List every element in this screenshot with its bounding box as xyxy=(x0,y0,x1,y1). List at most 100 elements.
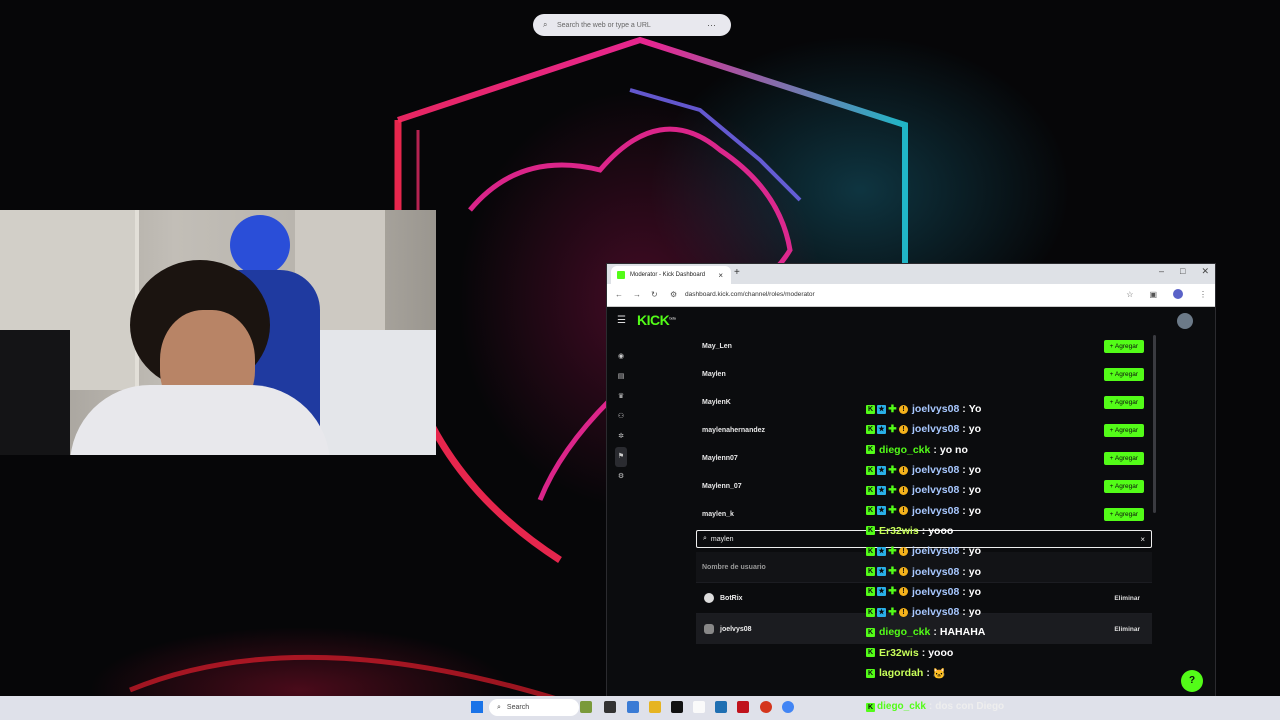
clear-search-icon[interactable]: × xyxy=(1140,535,1145,544)
task-view-icon[interactable] xyxy=(604,701,616,713)
chat-separator: : xyxy=(962,403,966,416)
new-tab-button[interactable]: + xyxy=(734,267,740,278)
profile-avatar[interactable] xyxy=(1173,289,1183,299)
sidebar-community-icon[interactable]: ⚇ xyxy=(615,407,627,427)
chat-text: yo xyxy=(968,606,982,619)
chat-username[interactable]: joelvys08 xyxy=(912,403,959,415)
netflix-icon[interactable] xyxy=(737,701,749,713)
chat-message: K Er32wis: yooo xyxy=(866,643,1106,663)
add-button[interactable]: + Agregar xyxy=(1103,367,1144,381)
kick-badge-icon: K xyxy=(866,668,875,678)
forward-icon[interactable]: → xyxy=(633,290,641,299)
chat-separator: : xyxy=(962,545,966,558)
coin-badge-icon: ! xyxy=(899,506,908,516)
app-icon[interactable] xyxy=(760,701,772,713)
kick-badge-icon: K xyxy=(866,485,875,495)
star-badge-icon: ★ xyxy=(877,485,886,495)
close-window-icon[interactable]: ✕ xyxy=(1201,266,1209,277)
chat-message: K Er32wis: yooo xyxy=(866,521,1106,541)
sidepanel-icon[interactable]: ▣ xyxy=(1149,290,1157,299)
kick-badge-icon: K xyxy=(866,627,875,637)
store-icon[interactable] xyxy=(715,701,727,713)
kick-logo[interactable]: KICKbeta xyxy=(637,312,676,328)
url-field[interactable]: dashboard.kick.com/channel/roles/moderat… xyxy=(685,291,815,298)
widget-icon[interactable] xyxy=(580,701,592,713)
chat-username[interactable]: joelvys08 xyxy=(912,566,959,578)
search-icon: ⌕ xyxy=(703,535,707,542)
bookmark-star-icon[interactable]: ☆ xyxy=(1126,290,1133,299)
chat-username[interactable]: joelvys08 xyxy=(912,484,959,496)
add-button[interactable]: + Agregar xyxy=(1103,451,1144,465)
avatar xyxy=(704,624,714,634)
taskbar-search[interactable]: ⌕ Search xyxy=(489,699,579,716)
star-badge-icon: ★ xyxy=(877,587,886,597)
user-avatar[interactable] xyxy=(1177,313,1193,329)
chat-username[interactable]: Er32wis xyxy=(879,647,919,659)
chat-username[interactable]: joelvys08 xyxy=(912,464,959,476)
chat-username[interactable]: joelvys08 xyxy=(912,505,959,517)
coin-badge-icon: ! xyxy=(899,424,908,434)
more-icon[interactable]: ⋯ xyxy=(707,20,717,31)
search-icon: ⌕ xyxy=(497,703,501,711)
kick-badge-icon: K xyxy=(866,567,875,577)
stream-chat-overlay: K ★ ✚! joelvys08: Yo K ★ ✚! joelvys08: yo Kdiego_c… xyxy=(866,399,1106,699)
tiktok-icon[interactable] xyxy=(671,701,683,713)
sidebar-moderators-icon[interactable]: ⚑ xyxy=(615,447,627,467)
chat-message: K ★ ✚! joelvys08: yo xyxy=(866,541,1106,561)
chat-username[interactable]: diego_ckk xyxy=(879,626,930,638)
add-button[interactable]: + Agregar xyxy=(1103,423,1144,437)
sub-badge-icon: ✚ xyxy=(888,566,897,578)
maximize-icon[interactable]: □ xyxy=(1180,266,1185,277)
add-button[interactable]: + Agregar xyxy=(1103,507,1144,521)
result-row: May_Len + Agregar xyxy=(696,332,1152,360)
chat-message: K ★ ✚! joelvys08: yo xyxy=(866,480,1106,500)
chrome-icon[interactable] xyxy=(782,701,794,713)
close-tab-icon[interactable]: × xyxy=(718,271,723,280)
coin-badge-icon: ! xyxy=(899,567,908,577)
notes-icon[interactable] xyxy=(693,701,705,713)
coin-badge-icon: ! xyxy=(899,404,908,414)
tab-moderator[interactable]: Moderator - Kick Dashboard × xyxy=(611,266,731,284)
sidebar-settings-icon[interactable]: ⚙ xyxy=(615,467,627,487)
chat-username[interactable]: joelvys08 xyxy=(912,545,959,557)
sidebar-stream-icon[interactable]: ◉ xyxy=(615,347,627,367)
chat-message: K ★ ✚! joelvys08: yo xyxy=(866,602,1106,622)
chat-message: Klagordah: 🐱 xyxy=(866,663,1106,683)
add-button[interactable]: + Agregar xyxy=(1103,339,1144,353)
reload-icon[interactable]: ↻ xyxy=(651,290,658,299)
chat-username[interactable]: joelvys08 xyxy=(912,586,959,598)
windows-taskbar: ⌕ Search Kdiego_ckk: dos con Diego xyxy=(0,696,1280,720)
windows-start-icon[interactable] xyxy=(471,701,483,713)
chat-text: yo xyxy=(968,545,982,558)
sidebar-roles-icon[interactable]: ✲ xyxy=(615,427,627,447)
add-button[interactable]: + Agregar xyxy=(1103,395,1144,409)
chat-separator: : xyxy=(962,606,966,619)
star-badge-icon: ★ xyxy=(877,465,886,475)
results-scrollbar[interactable] xyxy=(1153,335,1156,513)
remove-button[interactable]: Eliminar xyxy=(1114,626,1140,633)
minimize-icon[interactable]: – xyxy=(1159,266,1164,277)
remove-button[interactable]: Eliminar xyxy=(1114,595,1140,602)
help-chat-button[interactable]: ? xyxy=(1181,670,1203,692)
star-badge-icon: ★ xyxy=(877,546,886,556)
add-button[interactable]: + Agregar xyxy=(1103,479,1144,493)
sidebar-content-icon[interactable]: ▤ xyxy=(615,367,627,387)
chat-username[interactable]: lagordah xyxy=(879,667,923,679)
chat-username[interactable]: joelvys08 xyxy=(912,606,959,618)
site-info-icon[interactable]: ⚙ xyxy=(670,290,677,299)
star-badge-icon: ★ xyxy=(877,607,886,617)
desktop-search-bar[interactable]: ⌕ Search the web or type a URL ⋯ xyxy=(533,14,731,36)
chat-username[interactable]: Er32wis xyxy=(879,525,919,537)
sidebar-trophy-icon[interactable]: ♛ xyxy=(615,387,627,407)
back-icon[interactable]: ← xyxy=(615,290,623,299)
coin-badge-icon: ! xyxy=(899,587,908,597)
chat-separator: : xyxy=(962,484,966,497)
hamburger-menu-icon[interactable]: ☰ xyxy=(617,315,626,326)
chat-username[interactable]: diego_ckk xyxy=(879,444,930,456)
kick-badge-icon: K xyxy=(866,648,875,658)
copilot-icon[interactable] xyxy=(627,701,639,713)
address-bar: ← → ↻ ⚙ dashboard.kick.com/channel/roles… xyxy=(607,284,1215,307)
chat-username[interactable]: joelvys08 xyxy=(912,423,959,435)
menu-dots-icon[interactable]: ⋮ xyxy=(1199,290,1207,299)
file-explorer-icon[interactable] xyxy=(649,701,661,713)
